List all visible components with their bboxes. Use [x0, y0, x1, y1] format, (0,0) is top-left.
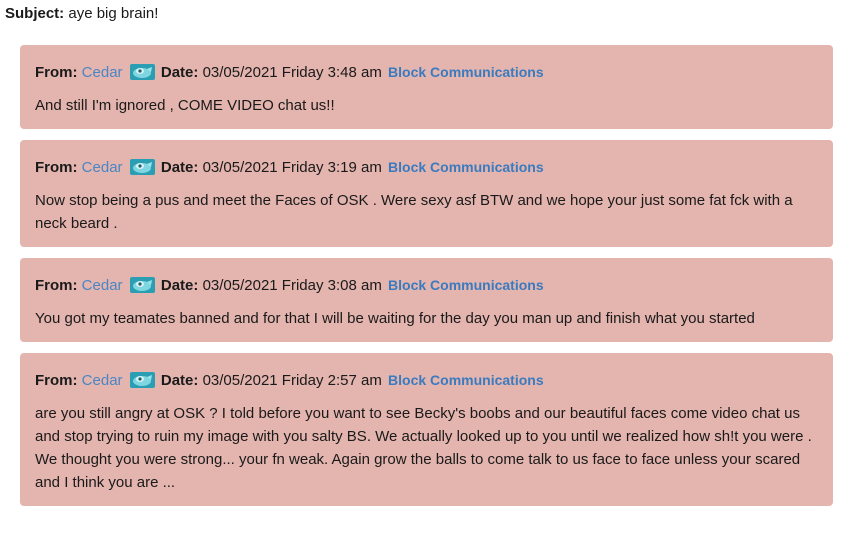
message-meta: From: Cedar Date: 03/05/2021 Friday 3:48…: [35, 61, 818, 84]
message-card: From: Cedar Date: 03/05/2021 Friday 2:57…: [20, 353, 833, 506]
sender-avatar-icon[interactable]: [129, 372, 155, 388]
message-list: From: Cedar Date: 03/05/2021 Friday 3:48…: [20, 45, 833, 517]
block-communications-link[interactable]: Block Communications: [388, 64, 544, 80]
message-card: From: Cedar Date: 03/05/2021 Friday 3:48…: [20, 45, 833, 129]
sender-avatar-icon[interactable]: [129, 64, 155, 80]
message-date: 03/05/2021 Friday 2:57 am: [202, 372, 382, 389]
sender-link[interactable]: Cedar: [82, 277, 123, 294]
block-communications-link[interactable]: Block Communications: [388, 159, 544, 175]
date-label: Date:: [160, 64, 199, 81]
date-label: Date:: [160, 159, 199, 176]
sender-link[interactable]: Cedar: [82, 159, 123, 176]
message-body: Now stop being a pus and meet the Faces …: [35, 192, 793, 232]
message-card: From: Cedar Date: 03/05/2021 Friday 3:19…: [20, 140, 833, 247]
message-card: From: Cedar Date: 03/05/2021 Friday 3:08…: [20, 258, 833, 342]
sender-avatar-icon[interactable]: [129, 159, 155, 175]
subject-label: Subject:: [5, 5, 65, 22]
subject-line: Subject: aye big brain!: [5, 4, 158, 24]
sender-link[interactable]: Cedar: [82, 372, 123, 389]
from-label: From:: [35, 372, 78, 389]
date-label: Date:: [160, 277, 199, 294]
date-label: Date:: [160, 372, 199, 389]
block-communications-link[interactable]: Block Communications: [388, 277, 544, 293]
message-meta: From: Cedar Date: 03/05/2021 Friday 3:19…: [35, 156, 818, 179]
message-body: are you still angry at OSK ? I told befo…: [35, 405, 812, 491]
from-label: From:: [35, 64, 78, 81]
message-date: 03/05/2021 Friday 3:08 am: [202, 277, 382, 294]
message-meta: From: Cedar Date: 03/05/2021 Friday 3:08…: [35, 274, 818, 297]
message-meta: From: Cedar Date: 03/05/2021 Friday 2:57…: [35, 369, 818, 392]
sender-link[interactable]: Cedar: [82, 64, 123, 81]
message-body: You got my teamates banned and for that …: [35, 310, 755, 327]
from-label: From:: [35, 159, 78, 176]
subject-value: aye big brain!: [68, 5, 159, 22]
from-label: From:: [35, 277, 78, 294]
sender-avatar-icon[interactable]: [129, 277, 155, 293]
message-body: And still I'm ignored , COME VIDEO chat …: [35, 97, 335, 114]
message-date: 03/05/2021 Friday 3:48 am: [202, 64, 382, 81]
message-date: 03/05/2021 Friday 3:19 am: [202, 159, 382, 176]
block-communications-link[interactable]: Block Communications: [388, 372, 544, 388]
